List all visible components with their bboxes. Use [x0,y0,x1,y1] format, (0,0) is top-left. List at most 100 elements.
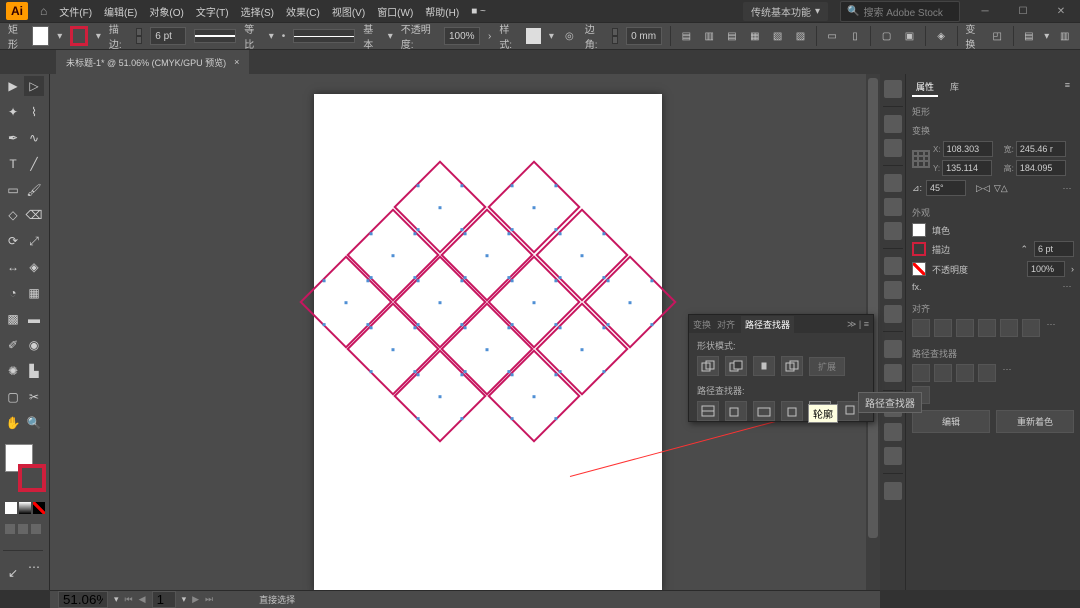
align-vcenter[interactable] [1000,319,1018,337]
tab-pathfinder[interactable]: 路径查找器 [741,316,794,333]
color-mode[interactable] [5,502,17,514]
pen-tool[interactable]: ✒ [3,128,23,148]
opacity-swatch[interactable] [912,262,926,276]
stroke-swatch[interactable] [70,26,88,46]
curvature-tool[interactable]: ∿ [24,128,44,148]
pf-crop[interactable] [781,401,803,421]
more-icon[interactable]: ⋯ [1060,183,1074,194]
style-picker[interactable] [526,28,541,44]
fill-swatch[interactable] [32,26,49,46]
symbols-icon[interactable] [884,222,902,240]
artboard-next[interactable]: ⏭ [205,594,213,605]
artboard-num[interactable] [152,591,176,608]
stroke-width-input[interactable] [150,27,186,45]
menu-edit[interactable]: 编辑(E) [104,4,137,19]
menu-extra[interactable]: ■ ~ [471,6,486,17]
eyedropper-tool[interactable]: ✐ [3,335,23,355]
color-icon[interactable] [884,115,902,133]
pf-trim[interactable] [725,401,747,421]
tab-transform[interactable]: 变换 [693,318,711,331]
align-left-icon[interactable]: ▤ [679,27,694,45]
more-icon[interactable]: ⋯ [1000,364,1014,382]
align-right-icon[interactable]: ▤ [725,27,740,45]
edit-toolbar[interactable]: ⋯ [24,557,44,577]
rotate-tool[interactable]: ⟳ [3,231,23,251]
artboard-prev1[interactable]: ◀ [139,594,146,605]
angle-input[interactable] [926,180,966,196]
align-left[interactable] [912,319,930,337]
pf-exclude[interactable] [978,364,996,382]
origin-picker[interactable] [912,150,930,168]
stroke-profile[interactable] [194,29,236,43]
draw-normal[interactable] [5,524,15,534]
menu-effect[interactable]: 效果(C) [286,4,320,19]
h-input[interactable] [1016,160,1066,176]
tab-properties[interactable]: 属性 [912,78,938,97]
home-icon[interactable]: ⌂ [40,4,47,18]
asset-export-icon[interactable] [884,423,902,441]
shape-btn-2[interactable]: ▣ [902,27,917,45]
isolate-icon[interactable]: ◈ [934,27,949,45]
menu-view[interactable]: 视图(V) [332,4,365,19]
y-input[interactable] [942,160,992,176]
artboard-next1[interactable]: ▶ [192,594,199,605]
graphic-styles-icon[interactable] [884,364,902,382]
flip-h-icon[interactable]: ▷◁ [976,183,990,194]
menu-type[interactable]: 文字(T) [196,4,229,19]
window-close[interactable]: ✕ [1048,6,1074,17]
artboard-tool[interactable]: ▢ [3,387,23,407]
document-tab[interactable]: 未标题-1* @ 51.06% (CMYK/GPU 预览) × [56,50,249,74]
pf-unite[interactable] [912,364,930,382]
w-input[interactable] [1016,141,1066,157]
slice-tool[interactable]: ✂ [24,387,44,407]
shape-intersect[interactable] [753,356,775,376]
shape-unite[interactable] [697,356,719,376]
swatches-icon[interactable] [884,174,902,192]
symbol-sprayer-tool[interactable]: ✺ [3,361,23,381]
tab-align[interactable]: 对齐 [717,318,735,331]
extra-icon[interactable]: ▥ [1057,27,1072,45]
direct-selection-tool[interactable]: ▷ [24,76,44,96]
close-icon[interactable]: × [234,57,239,67]
gradient-icon[interactable] [884,281,902,299]
pf-intersect[interactable] [956,364,974,382]
perspective-tool[interactable]: ▦ [24,283,44,303]
pf-minus-back[interactable] [837,401,859,421]
magic-wand-tool[interactable]: ✦ [3,102,23,122]
align-bottom[interactable] [1022,319,1040,337]
opacity-p-input[interactable] [1027,261,1065,277]
none-mode[interactable] [33,502,45,514]
panel-menu-icon[interactable]: ≡ [1061,78,1074,97]
lasso-tool[interactable]: ⌇ [24,102,44,122]
artboard-prev[interactable]: ⏮ [125,594,133,605]
free-transform-tool[interactable]: ◈ [24,257,44,277]
hand-tool[interactable]: ✋ [3,413,23,433]
scale-tool[interactable]: ⤢ [24,231,44,251]
shape-builder-tool[interactable]: ◔ [3,283,23,303]
doc-setup-icon[interactable]: ◎ [562,27,577,45]
stroke-picker[interactable] [912,242,926,256]
mesh-tool[interactable]: ▩ [3,309,23,329]
dist-v-icon[interactable]: ▯ [848,27,863,45]
align-top-icon[interactable]: ▦ [747,27,762,45]
selection-tool[interactable]: ▶ [3,76,23,96]
draw-behind[interactable] [18,524,28,534]
window-minimize[interactable]: ─ [972,6,998,17]
corner-input[interactable] [626,27,662,45]
panel-collapse-icon[interactable]: ≫ | ≡ [847,319,869,330]
align-right[interactable] [956,319,974,337]
pf-merge[interactable] [753,401,775,421]
zoom-tool[interactable]: 🔍 [24,413,44,433]
window-maximize[interactable]: ☐ [1010,6,1036,17]
menu-select[interactable]: 选择(S) [241,4,274,19]
rectangle-tool[interactable]: ▭ [3,180,23,200]
libraries-icon[interactable] [884,80,902,98]
gradient-tool[interactable]: ▬ [24,309,44,329]
menu-help[interactable]: 帮助(H) [425,4,459,19]
menu-file[interactable]: 文件(F) [59,4,92,19]
fill-picker[interactable] [912,223,926,237]
zoom-input[interactable] [58,591,108,608]
expand-button[interactable]: 扩展 [809,357,845,376]
opacity-input[interactable] [444,27,480,45]
more-icon[interactable]: ⋯ [1060,281,1074,292]
